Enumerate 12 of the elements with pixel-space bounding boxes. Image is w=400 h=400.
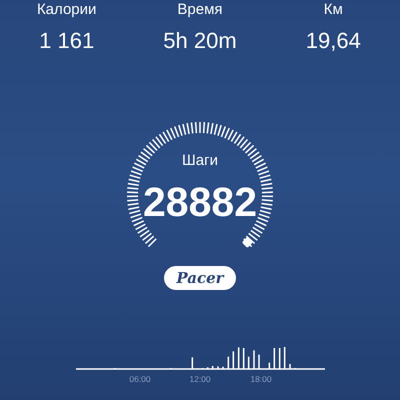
stat-label: Время	[177, 0, 223, 20]
stat-value: 19,64	[306, 28, 361, 54]
stat-label: Км	[324, 0, 343, 20]
stat-value: 1 161	[39, 28, 94, 54]
time-label: 12:00	[189, 374, 211, 384]
time-label: 18:00	[250, 374, 272, 384]
steps-count: 28882	[142, 180, 257, 224]
pacer-logo: Pacer	[164, 266, 236, 290]
stat-label: Калории	[36, 0, 96, 20]
stat-value: 5h 20m	[163, 28, 237, 54]
steps-label: Шаги	[181, 152, 219, 170]
time-label: 06:00	[129, 374, 151, 384]
